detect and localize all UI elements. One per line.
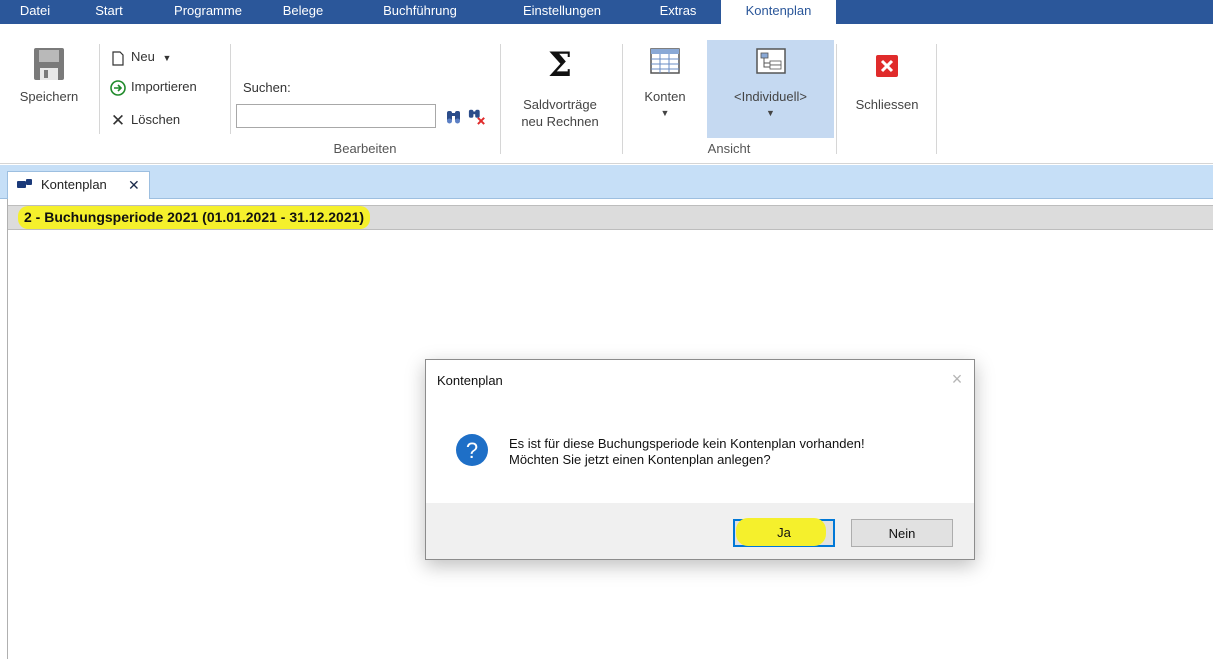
binoculars-search-icon[interactable] xyxy=(445,106,463,126)
app-window: Datei Start Programme Belege Buchführung… xyxy=(0,0,1213,659)
import-label: Importieren xyxy=(131,79,197,94)
svg-text:?: ? xyxy=(466,438,478,463)
new-button[interactable]: Neu ▼ xyxy=(110,46,171,68)
delete-button[interactable]: ✕ Löschen xyxy=(110,109,180,131)
menu-kontenplan[interactable]: Kontenplan xyxy=(721,0,836,24)
individual-label: <Individuell> xyxy=(734,89,807,104)
menu-einstellungen[interactable]: Einstellungen xyxy=(497,0,627,24)
group-label-view: Ansicht xyxy=(707,141,751,156)
tab-label: Kontenplan xyxy=(41,177,107,192)
period-highlight: 2 - Buchungsperiode 2021 (01.01.2021 - 3… xyxy=(18,206,371,229)
delete-label: Löschen xyxy=(131,112,181,127)
konten-label: Konten xyxy=(644,89,686,104)
question-icon: ? xyxy=(456,434,488,466)
chevron-down-icon: ▼ xyxy=(766,108,775,118)
import-arrow-icon xyxy=(110,77,126,99)
menu-belege[interactable]: Belege xyxy=(267,0,339,24)
document-tab-strip: Kontenplan ✕ xyxy=(0,165,1213,199)
dialog-button-bar: Ja Nein xyxy=(426,503,974,559)
table-grid-icon xyxy=(650,48,680,74)
clear-search-icon[interactable] xyxy=(468,106,486,126)
ribbon: Speichern Neu ▼ Importieren ✕ Löschen Suc… xyxy=(0,24,1213,164)
floppy-disk-icon xyxy=(34,48,64,80)
ribbon-separator xyxy=(936,44,937,154)
chevron-down-icon: ▼ xyxy=(660,108,670,118)
tree-view-icon xyxy=(755,48,786,74)
menu-extras[interactable]: Extras xyxy=(638,0,718,24)
ribbon-separator xyxy=(836,44,837,154)
message-dialog: Kontenplan × ? Es ist für diese Buchungs… xyxy=(425,359,975,560)
dialog-message: Es ist für diese Buchungsperiode kein Ko… xyxy=(509,436,865,468)
ribbon-separator xyxy=(99,44,100,134)
ribbon-separator xyxy=(622,44,623,154)
close-label: Schliessen xyxy=(855,97,919,112)
sigma-icon: Σ xyxy=(547,45,573,85)
search-input[interactable] xyxy=(236,104,436,128)
group-label-edit: Bearbeiten xyxy=(333,141,397,156)
chevron-down-icon: ▼ xyxy=(162,53,172,63)
menu-buchfuehrung[interactable]: Buchführung xyxy=(360,0,480,24)
dialog-message-line2: Möchten Sie jetzt einen Kontenplan anleg… xyxy=(509,452,771,467)
no-button[interactable]: Nein xyxy=(851,519,953,547)
menu-start[interactable]: Start xyxy=(82,0,136,24)
period-header-bar: 2 - Buchungsperiode 2021 (01.01.2021 - 3… xyxy=(8,205,1213,230)
saldo-label-line2: neu Rechnen xyxy=(521,114,599,129)
new-document-icon xyxy=(110,47,126,69)
kontenplan-tab-icon xyxy=(17,179,32,188)
period-title: 2 - Buchungsperiode 2021 (01.01.2021 - 3… xyxy=(24,209,365,225)
tab-close-icon[interactable]: ✕ xyxy=(128,172,140,198)
konten-view-button[interactable]: Konten ▼ xyxy=(628,46,702,136)
content-left-border xyxy=(7,199,8,659)
dialog-message-line1: Es ist für diese Buchungsperiode kein Ko… xyxy=(509,436,865,451)
tab-kontenplan[interactable]: Kontenplan ✕ xyxy=(7,171,150,199)
ribbon-separator xyxy=(500,44,501,154)
import-button[interactable]: Importieren xyxy=(110,76,197,98)
ribbon-separator xyxy=(230,44,231,134)
new-label: Neu xyxy=(131,49,155,64)
close-red-x-icon xyxy=(876,55,898,77)
save-label: Speichern xyxy=(19,89,79,104)
menu-bar: Datei Start Programme Belege Buchführung… xyxy=(0,0,1213,24)
delete-x-icon: ✕ xyxy=(110,110,126,130)
close-view-button[interactable]: Schliessen xyxy=(843,46,931,126)
individual-view-button[interactable]: <Individuell> ▼ xyxy=(707,40,834,138)
recalculate-balances-button[interactable]: Σ Saldvorträge neu Rechnen xyxy=(505,46,615,138)
menu-datei[interactable]: Datei xyxy=(0,0,70,24)
menu-programme[interactable]: Programme xyxy=(160,0,256,24)
dialog-close-icon[interactable]: × xyxy=(946,368,968,390)
search-label: Suchen: xyxy=(243,80,291,95)
dialog-title: Kontenplan xyxy=(437,373,503,388)
saldo-label-line1: Saldvorträge xyxy=(523,97,597,112)
save-button[interactable]: Speichern xyxy=(10,46,88,116)
yes-button-label[interactable]: Ja xyxy=(733,519,835,547)
